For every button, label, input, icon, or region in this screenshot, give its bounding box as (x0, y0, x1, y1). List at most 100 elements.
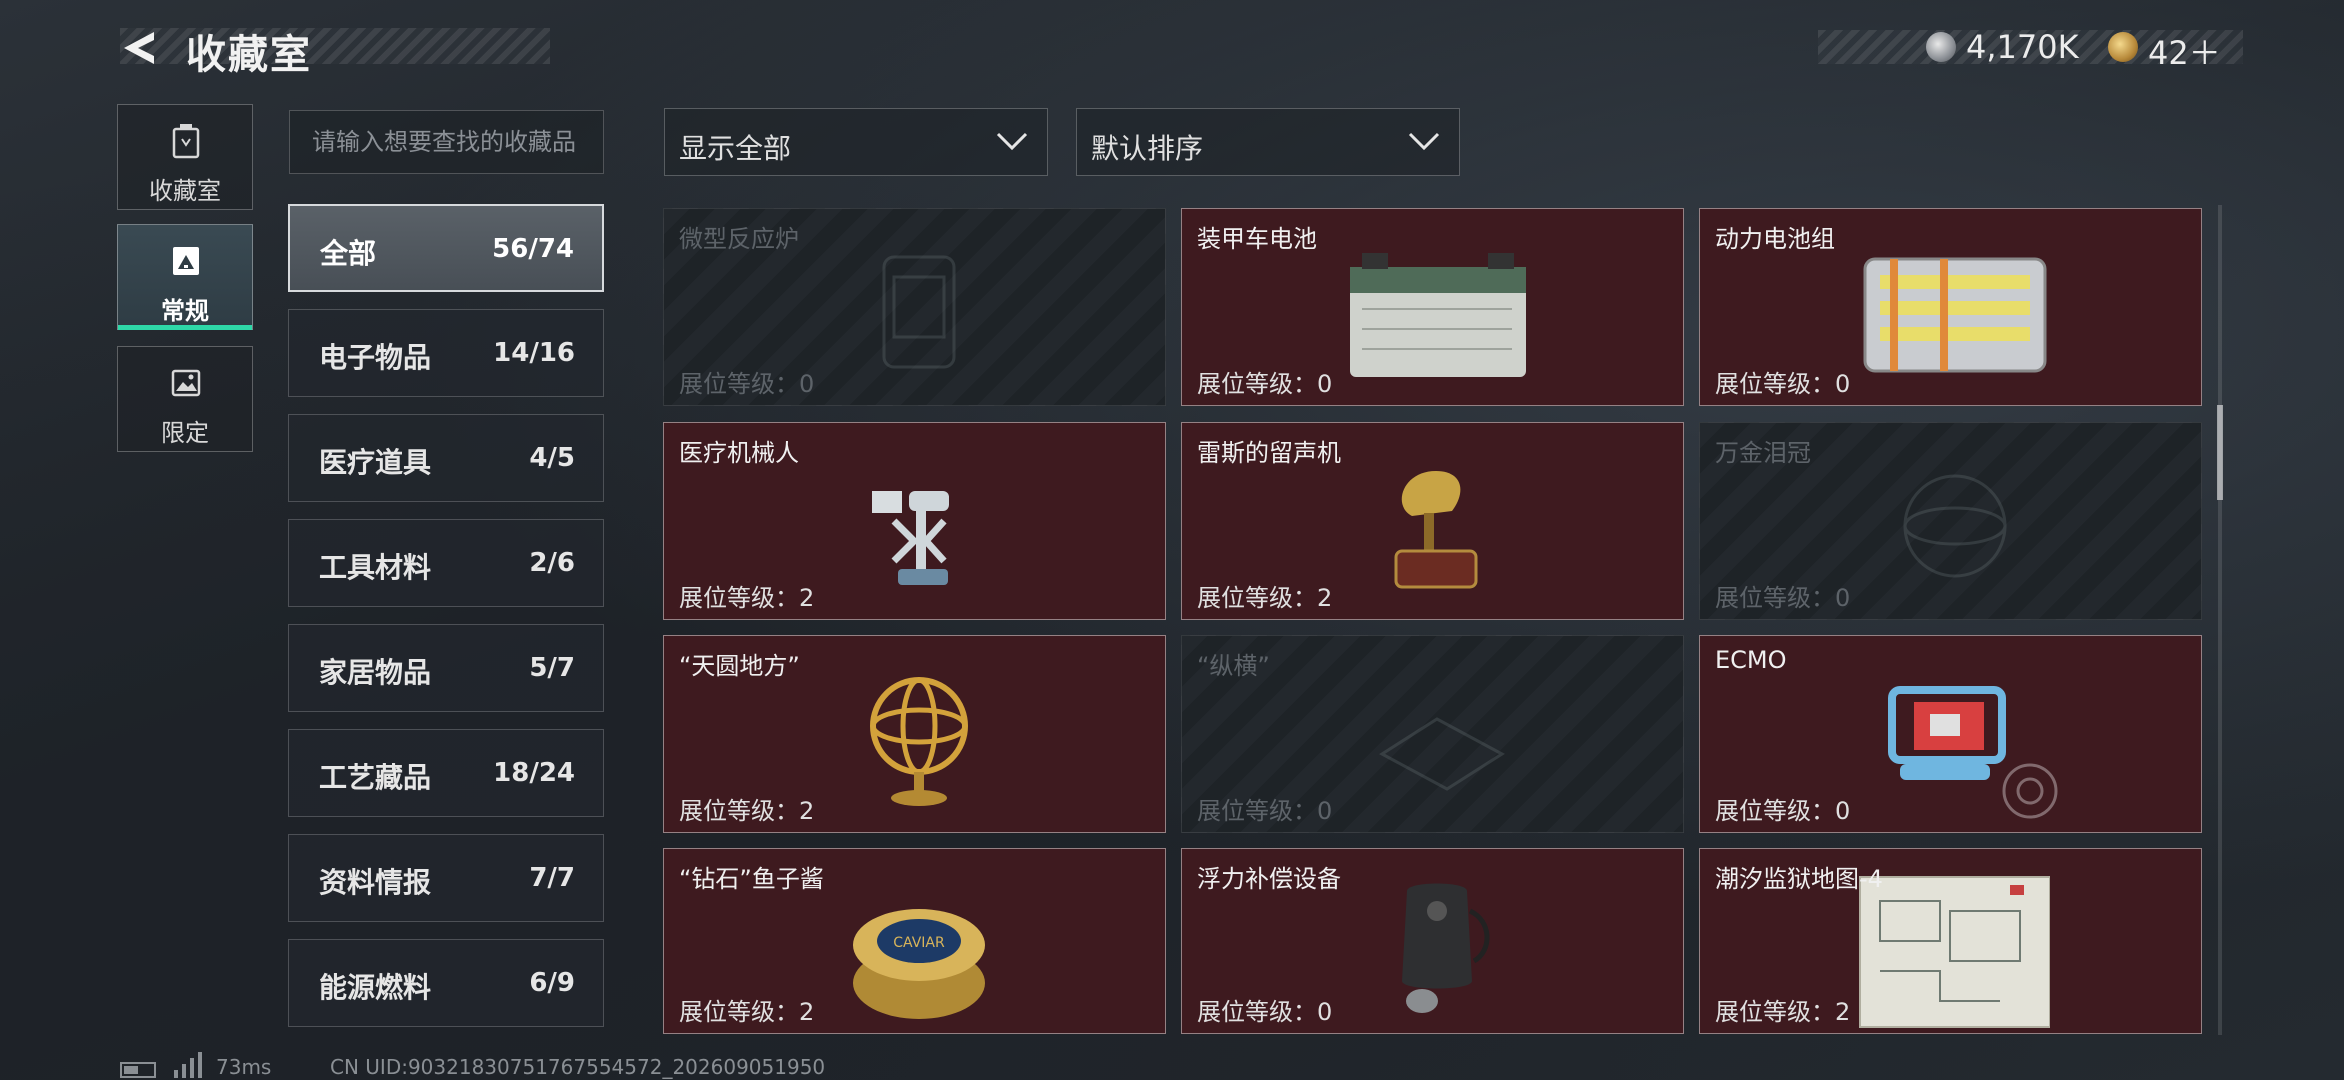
category-fuel[interactable]: 能源燃料 6/9 (288, 939, 604, 1027)
currency-amount-silver: 4,170K (1966, 28, 2079, 66)
category-medical[interactable]: 医疗道具 4/5 (288, 414, 604, 502)
category-name: 工艺藏品 (319, 761, 432, 794)
collectible-card[interactable]: 万金泪冠 展位等级：0 (1699, 422, 2202, 620)
category-count: 56/74 (492, 234, 574, 264)
ping-text: 73ms (216, 1055, 272, 1079)
crown-icon (1903, 474, 2007, 578)
chevron-down-icon (996, 132, 1028, 151)
dropdown-value: 默认排序 (1091, 132, 1204, 165)
category-count: 18/24 (493, 758, 575, 788)
item-name: “纵横” (1197, 652, 1270, 680)
chessboard-icon (1379, 717, 1505, 791)
item-level: 展位等级：2 (1715, 998, 1851, 1026)
item-level: 展位等级：0 (1197, 370, 1333, 398)
grid-scrollbar-thumb[interactable] (2217, 405, 2223, 500)
photo-frame-icon (173, 247, 199, 275)
page-title: 收藏室 (186, 32, 312, 78)
collectible-card[interactable]: 雷斯的留声机 展位等级：2 (1181, 422, 1684, 620)
collectible-card[interactable]: “天圆地方” 展位等级：2 (663, 635, 1166, 833)
reactor-icon (882, 255, 956, 369)
caviar-tin-icon: CAVIAR (853, 909, 985, 1019)
category-crafts[interactable]: 工艺藏品 18/24 (288, 729, 604, 817)
back-arrow-icon[interactable] (116, 26, 160, 70)
item-name: 动力电池组 (1715, 225, 1835, 253)
tab-regular[interactable]: 常规 (117, 224, 253, 330)
grid-scrollbar-track[interactable] (2218, 205, 2222, 1035)
title-decor-strip (120, 28, 550, 64)
category-name: 能源燃料 (319, 971, 432, 1004)
item-name: ECMO (1715, 646, 1787, 674)
search-input[interactable] (289, 110, 604, 174)
item-name: 雷斯的留声机 (1197, 439, 1341, 467)
category-all[interactable]: 全部 56/74 (288, 204, 604, 292)
item-level: 展位等级：0 (1197, 797, 1333, 825)
item-level: 展位等级：0 (1715, 797, 1851, 825)
item-level: 展位等级：0 (1715, 584, 1851, 612)
top-bar: 收藏室 4,170K 42＋ (0, 0, 2344, 100)
category-name: 工具材料 (319, 551, 432, 584)
category-name: 家居物品 (319, 656, 432, 689)
trash-can-icon (172, 124, 200, 159)
armillary-sphere-icon (870, 677, 968, 806)
tab-limited[interactable]: 限定 (117, 346, 253, 452)
gramophone-icon (1394, 471, 1478, 589)
category-count: 4/5 (529, 443, 575, 473)
display-filter-dropdown[interactable]: 显示全部 (664, 108, 1048, 176)
sort-dropdown[interactable]: 默认排序 (1076, 108, 1460, 176)
item-level: 展位等级：0 (679, 370, 815, 398)
signal-icon (174, 1052, 202, 1078)
medical-robot-icon (872, 491, 949, 585)
item-name: 万金泪冠 (1715, 439, 1811, 467)
item-level: 展位等级：0 (1197, 998, 1333, 1026)
category-count: 6/9 (529, 968, 575, 998)
category-name: 全部 (320, 237, 377, 270)
item-level: 展位等级：2 (679, 584, 815, 612)
item-name: 医疗机械人 (679, 439, 799, 467)
category-electronics[interactable]: 电子物品 14/16 (288, 309, 604, 397)
battery-icon (120, 1062, 156, 1078)
chevron-down-icon (1408, 132, 1440, 151)
category-count: 14/16 (493, 338, 575, 368)
gold-coin-icon (2108, 32, 2138, 62)
map-sheet-icon (1859, 876, 2050, 1028)
category-name: 医疗道具 (319, 446, 432, 479)
item-name: 浮力补偿设备 (1197, 865, 1341, 893)
category-name: 资料情报 (319, 866, 432, 899)
category-tools[interactable]: 工具材料 2/6 (288, 519, 604, 607)
tab-label: 收藏室 (149, 177, 221, 205)
item-name: 微型反应炉 (679, 225, 799, 253)
collectible-card[interactable]: 浮力补偿设备 展位等级：0 (1181, 848, 1684, 1034)
tab-label: 常规 (161, 297, 209, 325)
collectible-card[interactable]: ECMO 展位等级：0 (1699, 635, 2202, 833)
category-count: 7/7 (529, 863, 575, 893)
item-level: 展位等级：2 (1197, 584, 1333, 612)
item-level: 展位等级：0 (1715, 370, 1851, 398)
collectible-card[interactable]: 微型反应炉 展位等级：0 (663, 208, 1166, 406)
silver-coin-icon (1926, 32, 1956, 62)
collectible-card[interactable]: 装甲车电池 展位等级：0 (1181, 208, 1684, 406)
tab-collection-room[interactable]: 收藏室 (117, 104, 253, 210)
item-name: “钻石”鱼子酱 (679, 865, 824, 893)
bcd-vest-icon (1402, 883, 1490, 1013)
category-household[interactable]: 家居物品 5/7 (288, 624, 604, 712)
collectible-card[interactable]: CAVIAR “钻石”鱼子酱 展位等级：2 (663, 848, 1166, 1034)
tab-label: 限定 (161, 419, 209, 447)
item-name: 潮汐监狱地图-4 (1715, 865, 1883, 893)
collectible-card[interactable]: 动力电池组 展位等级：0 (1699, 208, 2202, 406)
category-count: 5/7 (529, 653, 575, 683)
user-id-text: CN UID:9032183075176755457​2_20260905195… (330, 1055, 826, 1079)
category-count: 2/6 (529, 548, 575, 578)
collectible-card[interactable]: “纵横” 展位等级：0 (1181, 635, 1684, 833)
item-level: 展位等级：2 (679, 998, 815, 1026)
currency-amount-gold[interactable]: 42＋ (2148, 28, 2221, 74)
target-ring-icon (2002, 763, 2058, 819)
category-intel[interactable]: 资料情报 7/7 (288, 834, 604, 922)
caviar-label: CAVIAR (893, 935, 945, 951)
collectible-card[interactable]: 医疗机械人 展位等级：2 (663, 422, 1166, 620)
item-name: “天圆地方” (679, 652, 800, 680)
dropdown-value: 显示全部 (679, 132, 792, 165)
category-name: 电子物品 (319, 341, 432, 374)
picture-icon (171, 369, 201, 397)
item-level: 展位等级：2 (679, 797, 815, 825)
collectible-card[interactable]: 潮汐监狱地图-4 展位等级：2 (1699, 848, 2202, 1034)
